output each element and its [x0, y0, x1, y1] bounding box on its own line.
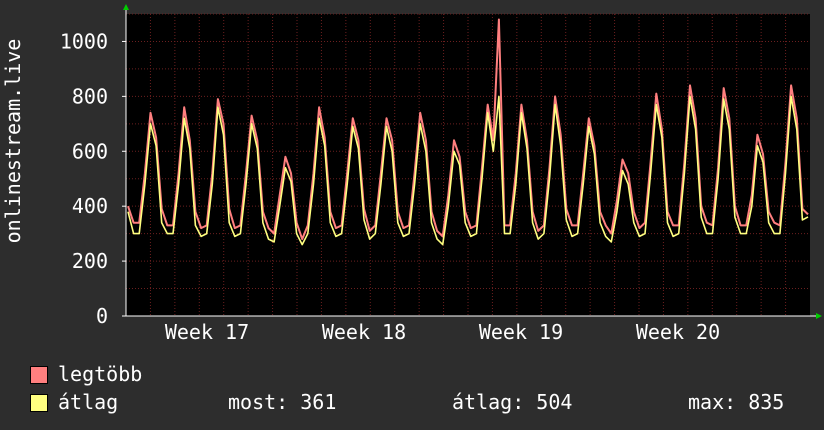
y-axis-label: onlinestream.live	[1, 38, 25, 244]
y-tick-label: 400	[72, 194, 108, 218]
y-axis-arrow	[123, 4, 129, 10]
x-tick-label: Week 20	[636, 320, 720, 344]
y-tick-label: 600	[72, 139, 108, 163]
stat-now: most: 361	[228, 390, 337, 414]
legend-swatch-max	[30, 366, 48, 384]
x-tick-label: Week 18	[322, 320, 406, 344]
legend-row-max: legtöbb	[30, 363, 810, 385]
stat-average: átlag: 504	[452, 390, 573, 414]
legend-label-max: legtöbb	[58, 362, 143, 386]
x-tick-label: Week 17	[165, 320, 249, 344]
legend-row-avg: átlag most: 361 átlag: 504 max: 835	[30, 391, 810, 413]
y-tick-label: 200	[72, 249, 108, 273]
x-axis-arrow	[816, 313, 822, 319]
stat-maximum: max: 835	[688, 390, 785, 414]
y-tick-label: 1000	[60, 29, 108, 53]
x-tick-label: Week 19	[479, 320, 563, 344]
y-tick-label: 0	[96, 304, 108, 328]
legend-label-avg: átlag	[58, 390, 119, 414]
y-tick-label: 800	[72, 84, 108, 108]
legend-swatch-avg	[30, 394, 48, 412]
